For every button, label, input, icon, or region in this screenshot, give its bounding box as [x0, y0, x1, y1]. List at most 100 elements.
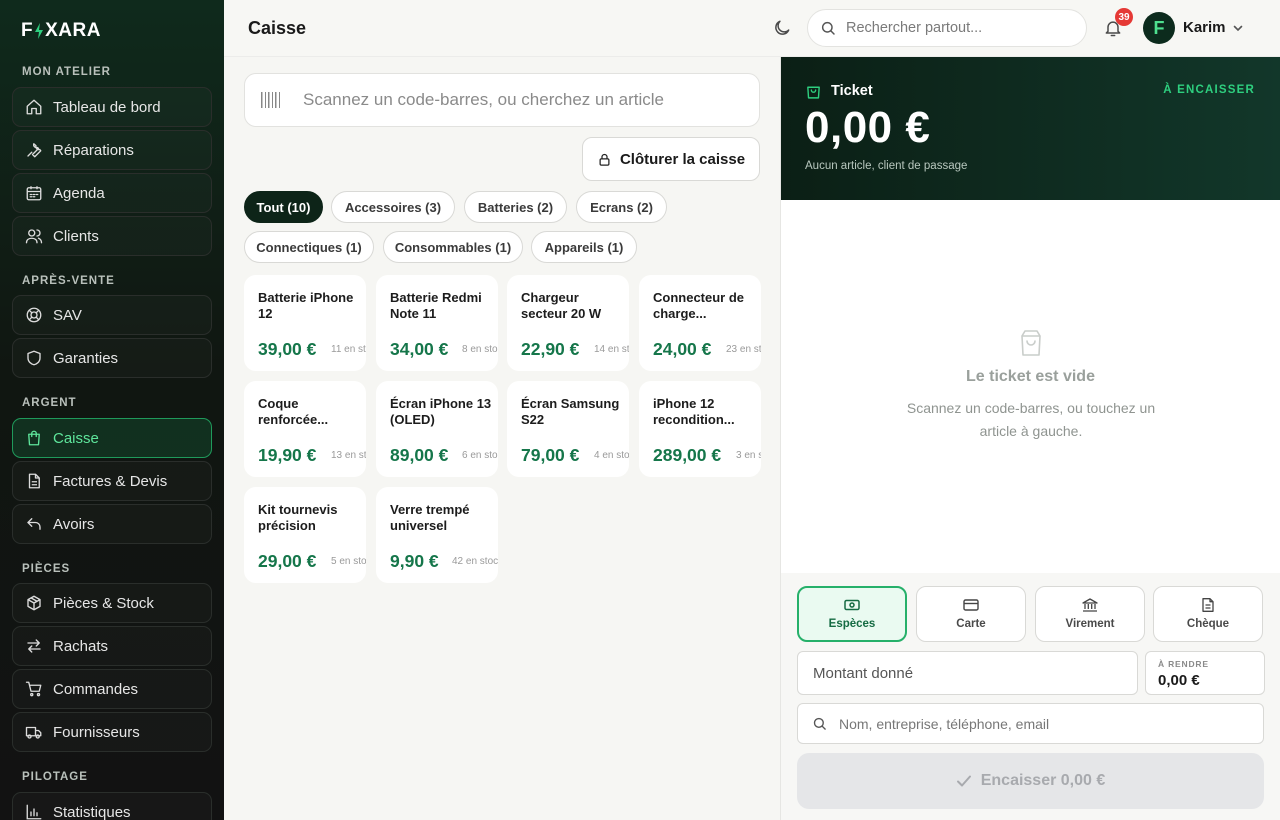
product-card[interactable]: Connecteur de charge... 24,00 € 23 en st…	[639, 275, 761, 371]
product-stock: 11 en stock	[331, 344, 366, 355]
product-card[interactable]: Écran iPhone 13 (OLED) 89,00 € 6 en stoc…	[376, 381, 498, 477]
section-title-pilotage: PILOTAGE	[22, 771, 88, 783]
ticket-panel: Ticket À ENCAISSER 0,00 € Aucun article,…	[781, 57, 1280, 820]
section-title-mon-atelier: MON ATELIER	[22, 66, 111, 78]
client-search-placeholder: Nom, entreprise, téléphone, email	[839, 715, 1050, 732]
brand-logo[interactable]: F XARA	[21, 20, 101, 42]
sidebar-item-reparations[interactable]: Réparations	[12, 130, 212, 170]
swap-icon	[27, 639, 41, 653]
product-name: Verre trempé universel	[390, 502, 470, 533]
moon-icon[interactable]	[772, 18, 792, 38]
filter-chip-consommables[interactable]: Consommables (1)	[383, 231, 523, 263]
sidebar-item-avoirs[interactable]: Avoirs	[12, 504, 212, 544]
product-stock: 8 en stock	[462, 344, 498, 355]
checkout-button[interactable]: Encaisser 0,00 €	[797, 753, 1264, 809]
sidebar-item-commandes[interactable]: Commandes	[12, 669, 212, 709]
product-name: Batterie Redmi Note 11	[390, 290, 482, 321]
bolt-icon	[35, 23, 44, 39]
product-card[interactable]: Écran Samsung S22 79,00 € 4 en stock	[507, 381, 629, 477]
product-name: Batterie iPhone 12	[258, 290, 354, 321]
chevron-down-icon[interactable]	[1232, 22, 1244, 34]
payment-method-virement[interactable]: Virement	[1035, 586, 1145, 642]
ticket-title: Ticket	[831, 83, 873, 99]
sidebar-item-label: Clients	[53, 227, 99, 245]
filter-chip-connectiques[interactable]: Connectiques (1)	[244, 231, 374, 263]
product-card[interactable]: Verre trempé universel 9,90 € 42 en stoc…	[376, 487, 498, 583]
change-due-value: 0,00 €	[1158, 672, 1200, 689]
users-icon	[25, 229, 43, 244]
barcode-search-input[interactable]: Scannez un code-barres, ou cherchez un a…	[244, 73, 760, 127]
ticket-subtitle: Aucun article, client de passage	[805, 160, 968, 172]
bar-chart-icon	[26, 804, 42, 820]
banknote-icon	[844, 599, 860, 611]
sidebar-item-label: Fournisseurs	[53, 723, 140, 741]
global-search-input[interactable]: Rechercher partout...	[807, 9, 1087, 47]
sidebar-item-tableau-de-bord[interactable]: Tableau de bord	[12, 87, 212, 127]
sidebar-item-pieces-stock[interactable]: Pièces & Stock	[12, 583, 212, 623]
product-price: 289,00 €	[653, 445, 722, 465]
payment-method-carte[interactable]: Carte	[916, 586, 1026, 642]
shopping-bag-icon	[28, 430, 40, 446]
product-name: Écran Samsung S22	[521, 396, 620, 427]
sidebar-item-label: Factures & Devis	[53, 472, 168, 490]
user-name[interactable]: Karim	[1183, 19, 1226, 36]
product-card[interactable]: Chargeur secteur 20 W 22,90 € 14 en stoc…	[507, 275, 629, 371]
filter-chip-appareils[interactable]: Appareils (1)	[531, 231, 637, 263]
empty-ticket-title: Le ticket est vide	[966, 368, 1095, 385]
product-price: 24,00 €	[653, 339, 712, 359]
sidebar-item-caisse[interactable]: Caisse	[12, 418, 212, 458]
sidebar-item-agenda[interactable]: Agenda	[12, 173, 212, 213]
filter-chip-tout[interactable]: Tout (10)	[244, 191, 323, 223]
product-price: 79,00 €	[521, 445, 580, 465]
close-register-button[interactable]: Clôturer la caisse	[582, 137, 760, 181]
shopping-bag-icon	[807, 86, 820, 99]
page-title: Caisse	[248, 18, 307, 38]
empty-bag-icon	[1021, 330, 1041, 356]
barcode-search-placeholder: Scannez un code-barres, ou cherchez un a…	[303, 90, 664, 109]
sidebar-item-label: Agenda	[53, 184, 105, 202]
global-search-placeholder: Rechercher partout...	[846, 20, 983, 36]
change-due-box: À RENDRE 0,00 €	[1145, 651, 1265, 695]
product-stock: 23 en stock	[726, 344, 761, 355]
payment-method-especes[interactable]: Espèces	[797, 586, 907, 642]
notification-badge: 39	[1115, 8, 1133, 26]
cart-icon	[25, 681, 42, 697]
product-name: iPhone 12 recondition...	[653, 396, 735, 427]
sidebar-item-garanties[interactable]: Garanties	[12, 338, 212, 378]
amount-given-input[interactable]: Montant donné	[797, 651, 1138, 695]
sidebar-item-label: Réparations	[53, 141, 134, 159]
product-card[interactable]: iPhone 12 recondition... 289,00 € 3 en s…	[639, 381, 761, 477]
barcode-icon	[261, 92, 280, 108]
payment-method-label: Virement	[1065, 618, 1115, 630]
sidebar-item-fournisseurs[interactable]: Fournisseurs	[12, 712, 212, 752]
check-icon	[956, 775, 971, 787]
sidebar-item-sav[interactable]: SAV	[12, 295, 212, 335]
undo-icon	[27, 518, 41, 530]
product-card[interactable]: Coque renforcée... 19,90 € 13 en stock	[244, 381, 366, 477]
section-title-pieces: PIÈCES	[22, 563, 71, 575]
change-due-label: À RENDRE	[1158, 659, 1209, 669]
filter-chip-batteries[interactable]: Batteries (2)	[464, 191, 567, 223]
product-card[interactable]: Batterie Redmi Note 11 34,00 € 8 en stoc…	[376, 275, 498, 371]
sidebar-item-label: SAV	[53, 306, 82, 324]
product-name: Connecteur de charge...	[653, 290, 745, 321]
logo-text: XARA	[45, 20, 101, 41]
sidebar-item-statistiques[interactable]: Statistiques	[12, 792, 212, 820]
avatar[interactable]: F	[1143, 12, 1175, 44]
home-icon	[26, 99, 42, 115]
section-title-argent: ARGENT	[22, 397, 77, 409]
sidebar-item-factures-devis[interactable]: Factures & Devis	[12, 461, 212, 501]
filter-chip-ecrans[interactable]: Ecrans (2)	[576, 191, 667, 223]
product-price: 89,00 €	[390, 445, 449, 465]
filter-chip-accessoires[interactable]: Accessoires (3)	[331, 191, 455, 223]
product-card[interactable]: Batterie iPhone 12 39,00 € 11 en stock	[244, 275, 366, 371]
payment-method-cheque[interactable]: Chèque	[1153, 586, 1263, 642]
client-search-input[interactable]: Nom, entreprise, téléphone, email	[797, 703, 1264, 744]
sidebar-item-rachats[interactable]: Rachats	[12, 626, 212, 666]
section-title-apres-vente: APRÈS-VENTE	[22, 275, 115, 287]
product-name: Coque renforcée...	[258, 396, 329, 427]
sidebar-item-clients[interactable]: Clients	[12, 216, 212, 256]
calendar-icon	[26, 186, 42, 201]
cheque-icon	[1202, 598, 1214, 612]
product-card[interactable]: Kit tournevis précision 29,00 € 5 en sto…	[244, 487, 366, 583]
